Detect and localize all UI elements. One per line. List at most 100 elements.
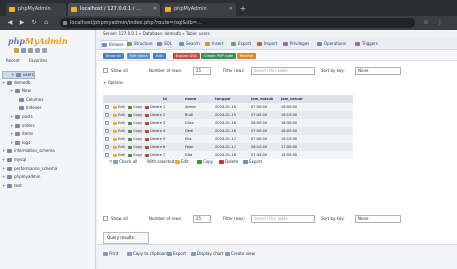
bulk-action-copy[interactable]: Copy [197,158,213,166]
address-bar[interactable]: localhost/phpmyadmin/index.php?route=/sq… [60,18,415,28]
copy-row-link[interactable]: Copy [127,111,142,119]
show-all-checkbox[interactable] [103,68,108,73]
options-link[interactable]: + Options [103,80,123,85]
copy-row-link[interactable]: Copy [127,143,142,151]
reload-icon[interactable]: ↻ [30,19,38,27]
edit-row-link[interactable]: Edit [113,119,125,127]
copy-row-link[interactable]: Copy [127,135,142,143]
close-tab-icon[interactable]: ✕ [229,6,233,12]
tree-node[interactable]: + orders [2,122,94,131]
browser-tab[interactable]: phpMyAdmin ✕ [162,3,236,16]
edit-row-link[interactable]: Edit [113,143,125,151]
logout-icon[interactable] [21,48,26,53]
row-checkbox[interactable] [105,121,109,125]
bulk-action-edit[interactable]: Edit [175,158,189,166]
close-tab-icon[interactable]: ✕ [153,6,157,12]
column-header[interactable]: jam_masuk [251,95,273,103]
show-all-checkbox[interactable] [103,216,108,221]
query-action-button[interactable]: Edit inline [127,53,151,59]
delete-row-link[interactable]: Delete [145,111,162,119]
expand-icon[interactable]: + [2,173,6,182]
browser-tab-active[interactable]: localhost / 127.0.0.1 / ... ✕ [68,3,160,16]
expand-icon[interactable]: + [2,147,6,156]
column-header[interactable]: jam_keluar [281,95,303,103]
tree-node[interactable]: + mysql [2,156,94,165]
tree-node[interactable]: + information_schema [2,147,94,156]
expand-icon[interactable]: + [2,182,6,191]
tree-node[interactable]: + demodb [2,79,94,88]
query-action-button[interactable]: Explain SQL [173,53,200,59]
delete-row-link[interactable]: Delete [145,127,162,135]
edit-row-link[interactable]: Edit [113,135,125,143]
query-action-button[interactable]: Create PHP code [201,53,237,59]
settings-icon[interactable] [35,48,40,53]
expand-icon[interactable]: + [2,156,6,165]
browser-tab[interactable]: phpMyAdmin [6,3,66,16]
rows-select[interactable]: 25 [193,215,211,223]
query-action-button[interactable]: Edit [153,53,166,59]
copy-row-link[interactable]: Copy [127,127,142,135]
reload-icon[interactable] [42,48,47,53]
expand-icon[interactable]: + [10,113,14,122]
query-op-create-view[interactable]: Create view [225,250,255,258]
menu-tab-insert[interactable]: Insert [205,40,223,48]
expand-icon[interactable]: + [2,79,6,88]
expand-icon[interactable]: + [11,72,15,78]
row-checkbox[interactable] [105,105,109,109]
docs-icon[interactable] [28,48,33,53]
copy-row-link[interactable]: Copy [127,119,142,127]
row-checkbox[interactable] [105,113,109,117]
breadcrumb[interactable]: Server: 127.0.0.1 » Database: demodb » T… [97,30,457,38]
expand-icon[interactable]: + [10,122,14,131]
menu-tab-privileges[interactable]: Privileges [283,40,309,48]
menu-tab-browse[interactable]: Browse [101,40,128,48]
tree-node[interactable]: + items [2,130,94,139]
menu-tab-sql[interactable]: SQL [157,40,172,48]
tab-favorites[interactable]: Favorites [29,58,47,63]
tree-node[interactable]: + posts [2,113,94,122]
bulk-action-delete[interactable]: Delete [219,158,238,166]
tab-recent[interactable]: Recent [6,58,20,63]
expand-icon[interactable]: + [10,130,14,139]
menu-tab-triggers[interactable]: Triggers [355,40,378,48]
menu-tab-import[interactable]: Import [257,40,277,48]
filter-input[interactable]: Search this table [251,67,315,75]
menu-tab-search[interactable]: Search [179,40,200,48]
copy-row-link[interactable]: Copy [127,103,142,111]
menu-icon[interactable]: ⋮ [436,19,444,27]
query-op-display-chart[interactable]: Display chart [191,250,223,258]
home-icon[interactable] [14,48,19,53]
edit-row-link[interactable]: Edit [113,127,125,135]
query-op-export[interactable]: Export [167,250,186,258]
expand-icon[interactable]: + [10,139,14,148]
column-header[interactable]: id [163,95,167,103]
delete-row-link[interactable]: Delete [145,119,162,127]
new-tab-icon[interactable]: + [238,4,248,14]
bookmark-star-icon[interactable]: ☆ [422,19,430,27]
menu-tab-structure[interactable]: Structure [127,40,153,48]
bulk-action-export[interactable]: Export [243,158,262,166]
tree-node[interactable]: + phpmyadmin [2,173,94,182]
sort-select[interactable]: None [355,215,401,223]
tree-node[interactable]: + test [2,182,94,191]
column-header[interactable]: tanggal [215,95,231,103]
tree-node[interactable]: + performance_schema [2,165,94,174]
tree-node[interactable]: + New [2,87,94,96]
edit-row-link[interactable]: Edit [113,103,125,111]
sort-select[interactable]: None [355,67,401,75]
delete-row-link[interactable]: Delete [145,135,162,143]
row-checkbox[interactable] [105,137,109,141]
query-op-copy-to-clipboard[interactable]: Copy to clipboard [127,250,168,258]
query-action-button[interactable]: Show all [103,53,124,59]
phpmyadmin-logo[interactable]: phpMyAdmin [8,36,68,46]
delete-row-link[interactable]: Delete [145,103,162,111]
filter-input[interactable]: Search this table [251,215,315,223]
forward-icon[interactable]: ▶ [18,19,26,27]
back-icon[interactable]: ◀ [6,19,14,27]
menu-tab-operations[interactable]: Operations [317,40,346,48]
query-action-button[interactable]: Refresh [237,53,257,59]
rows-select[interactable]: 25 [193,67,211,75]
query-op-print[interactable]: Print [103,250,118,258]
expand-icon[interactable]: + [10,87,14,96]
row-checkbox[interactable] [105,129,109,133]
